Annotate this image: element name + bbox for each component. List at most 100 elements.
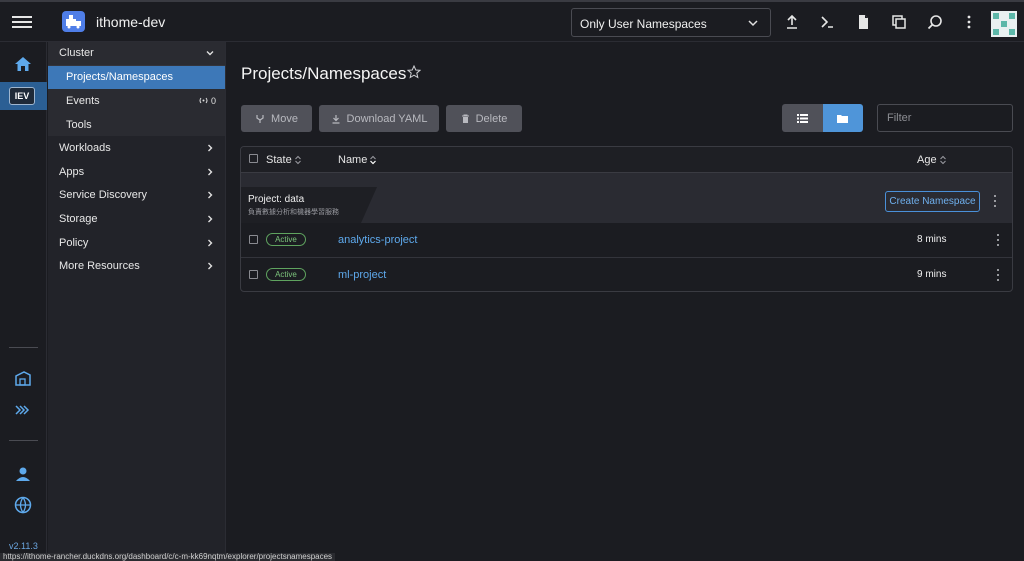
chevron-right-icon [208, 215, 213, 223]
avatar[interactable] [991, 11, 1017, 37]
move-icon [256, 114, 264, 123]
events-icon [199, 98, 208, 104]
chevron-down-icon [748, 20, 758, 27]
top-header: ithome-dev Only User Namespaces [0, 0, 1024, 42]
delete-button-label: Delete [475, 112, 508, 125]
chevron-right-icon [208, 191, 213, 199]
user-icon[interactable] [14, 466, 32, 482]
sort-icon [370, 155, 377, 165]
main-content: Projects/Namespaces Move Download YAML D… [227, 42, 1024, 561]
sidebar-item-label: Events [66, 94, 100, 107]
left-rail: IEV v2.11.3 [0, 42, 47, 561]
rail-divider [9, 440, 38, 441]
sort-icon [294, 155, 301, 165]
project-title: Project: data [248, 194, 305, 205]
delete-button[interactable]: Delete [446, 105, 522, 132]
nav-group-apps[interactable]: Apps [48, 160, 225, 184]
globe-icon[interactable] [14, 496, 32, 514]
nav-group-workloads[interactable]: Workloads [48, 136, 225, 160]
project-description: 負責數據分析和機器學習服務 [248, 209, 339, 216]
status-badge: Active [266, 233, 306, 246]
chevron-right-icon [208, 239, 213, 247]
sidebar-item-tools[interactable]: Tools [48, 112, 225, 137]
column-state-label: State [266, 154, 292, 166]
row-checkbox[interactable] [249, 235, 258, 244]
nav-group-policy[interactable]: Policy [48, 231, 225, 255]
table-header: State Name Age [241, 147, 1012, 173]
sidebar-item-events[interactable]: Events 0 [48, 89, 225, 113]
chevron-right-icon [208, 262, 213, 270]
status-url: https://ithome-rancher.duckdns.org/dashb… [0, 553, 336, 561]
column-age[interactable]: Age [917, 154, 947, 166]
nav-group-service-discovery[interactable]: Service Discovery [48, 184, 225, 208]
filter-input[interactable] [877, 104, 1013, 132]
sidebar-item-projects-namespaces[interactable]: Projects/Namespaces [48, 65, 225, 90]
cluster-abbrev: IEV [9, 87, 35, 105]
sidebar-item-label: Tools [66, 118, 92, 131]
cluster-switcher[interactable]: IEV [0, 82, 47, 110]
nav-group-label: Apps [59, 165, 85, 178]
age-value: 9 mins [917, 269, 947, 280]
namespaces-table: State Name Age Project: data 負責數據分析和機器學習… [240, 146, 1013, 292]
project-group-row: Project: data 負責數據分析和機器學習服務 Create Names… [241, 173, 1012, 223]
status-badge: Active [266, 268, 306, 281]
extensions-icon[interactable] [14, 404, 32, 416]
version-label: v2.11.3 [9, 541, 38, 551]
select-all-checkbox[interactable] [249, 154, 258, 163]
download-icon [332, 114, 340, 124]
namespace-filter-select[interactable]: Only User Namespaces [571, 8, 771, 37]
folder-icon [837, 114, 849, 123]
rail-divider [9, 347, 38, 348]
column-name-label: Name [338, 154, 368, 166]
list-view-button[interactable] [782, 104, 823, 132]
upload-icon[interactable] [783, 13, 801, 31]
nav-group-label: Service Discovery [59, 189, 148, 202]
nav-group-label: Workloads [59, 142, 111, 155]
row-checkbox[interactable] [249, 270, 258, 279]
sort-icon [939, 155, 946, 165]
chevron-down-icon [206, 51, 214, 56]
search-icon[interactable] [926, 13, 944, 31]
download-yaml-button-label: Download YAML [346, 112, 428, 125]
star-icon[interactable] [407, 65, 421, 79]
namespace-link[interactable]: analytics-project [338, 234, 417, 246]
trash-icon [461, 114, 469, 123]
chevron-right-icon [208, 168, 213, 176]
group-view-button[interactable] [822, 104, 863, 132]
create-namespace-button[interactable]: Create Namespace [885, 191, 980, 212]
page-title: Projects/Namespaces [241, 64, 407, 83]
nav-group-label: Storage [59, 212, 98, 225]
project-group-tab [241, 187, 377, 223]
nav-group-more-resources[interactable]: More Resources [48, 254, 225, 278]
age-value: 8 mins [917, 234, 947, 245]
nav-group-storage[interactable]: Storage [48, 207, 225, 231]
home-icon[interactable] [14, 56, 32, 72]
more-icon[interactable] [993, 233, 1003, 247]
nav-group-label: Cluster [59, 47, 94, 60]
column-state[interactable]: State [266, 154, 302, 166]
nav-group-cluster[interactable]: Cluster [48, 42, 225, 66]
cluster-icon [62, 11, 85, 32]
side-nav: Cluster Projects/Namespaces Events 0 Too… [48, 42, 226, 561]
file-icon[interactable] [854, 13, 872, 31]
namespace-link[interactable]: ml-project [338, 269, 386, 281]
fleet-icon[interactable] [14, 370, 32, 386]
move-button[interactable]: Move [241, 105, 312, 132]
nav-group-label: Policy [59, 236, 89, 249]
column-name[interactable]: Name [338, 154, 377, 166]
list-icon [796, 113, 808, 123]
events-count: 0 [199, 96, 216, 106]
more-icon[interactable] [990, 194, 1000, 208]
download-yaml-button[interactable]: Download YAML [319, 105, 439, 132]
copy-icon[interactable] [890, 13, 908, 31]
menu-icon[interactable] [12, 13, 32, 31]
sidebar-item-label: Projects/Namespaces [66, 71, 173, 84]
more-icon[interactable] [993, 268, 1003, 282]
terminal-icon[interactable] [818, 13, 836, 31]
cluster-name: ithome-dev [96, 14, 166, 30]
more-icon[interactable] [960, 13, 978, 31]
view-toggle [782, 104, 863, 132]
events-count-value: 0 [210, 95, 216, 106]
namespace-filter-value: Only User Namespaces [580, 17, 707, 31]
move-button-label: Move [271, 112, 298, 125]
